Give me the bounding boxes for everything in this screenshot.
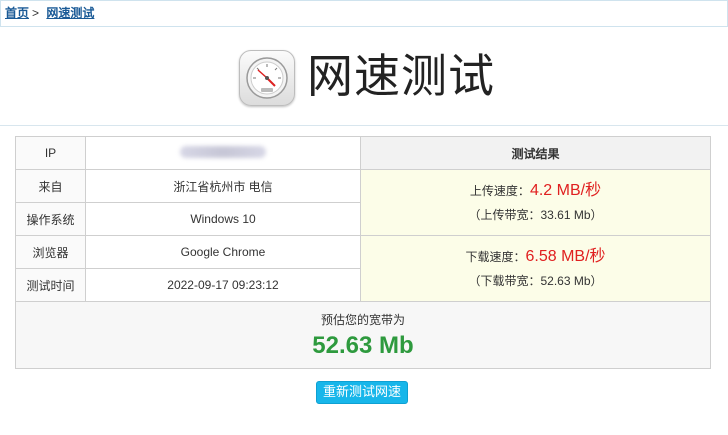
table-row: 来自 浙江省杭州市 电信 上传速度：4.2 MB/秒 （上传带宽：33.61 M… xyxy=(15,169,711,236)
page-header: 网速测试 xyxy=(0,27,728,126)
ip-redacted xyxy=(180,145,266,158)
test-time-value: 2022-09-17 09:23:12 xyxy=(85,268,361,302)
os-label: 操作系统 xyxy=(15,202,86,236)
os-value: Windows 10 xyxy=(85,202,361,236)
browser-label: 浏览器 xyxy=(15,235,86,269)
speedometer-icon xyxy=(239,50,295,106)
page-title: 网速测试 xyxy=(307,49,495,103)
download-speed: 6.58 MB/秒 xyxy=(525,247,606,265)
estimated-bandwidth-label: 预估您的宽带为 xyxy=(320,313,405,327)
speed-test-table: IP 测试结果 来自 浙江省杭州市 电信 上传速度：4.2 MB/秒 （上传带宽… xyxy=(15,136,711,369)
upload-bandwidth: （上传带宽：33.61 Mb） xyxy=(468,207,603,222)
upload-speed: 4.2 MB/秒 xyxy=(529,181,602,199)
location-label: 来自 xyxy=(15,169,86,203)
download-label: 下载速度： xyxy=(465,249,526,264)
breadcrumb-current-link[interactable]: 网速测试 xyxy=(46,6,94,20)
table-row: IP 测试结果 xyxy=(15,136,711,170)
upload-result: 上传速度：4.2 MB/秒 （上传带宽：33.61 Mb） xyxy=(360,169,711,236)
test-time-label: 测试时间 xyxy=(15,268,86,302)
browser-value: Google Chrome xyxy=(85,235,361,269)
estimated-bandwidth-value: 52.63 Mb xyxy=(312,332,414,359)
download-bandwidth: （下载带宽：52.63 Mb） xyxy=(468,273,603,288)
location-value: 浙江省杭州市 电信 xyxy=(85,169,361,203)
ip-value xyxy=(85,136,361,170)
ip-label: IP xyxy=(15,136,86,170)
estimated-bandwidth: 预估您的宽带为 52.63 Mb xyxy=(15,301,711,369)
breadcrumb: 首页 > 网速测试 xyxy=(0,0,728,27)
breadcrumb-home-link[interactable]: 首页 xyxy=(5,6,29,20)
table-row: 预估您的宽带为 52.63 Mb xyxy=(15,301,711,369)
breadcrumb-separator: > xyxy=(32,6,40,20)
retest-button[interactable]: 重新测试网速 xyxy=(316,381,408,404)
upload-label: 上传速度： xyxy=(469,183,530,198)
result-header: 测试结果 xyxy=(360,136,711,170)
download-result: 下载速度：6.58 MB/秒 （下载带宽：52.63 Mb） xyxy=(360,235,711,302)
table-row: 浏览器 Google Chrome 下载速度：6.58 MB/秒 （下载带宽：5… xyxy=(15,235,711,302)
